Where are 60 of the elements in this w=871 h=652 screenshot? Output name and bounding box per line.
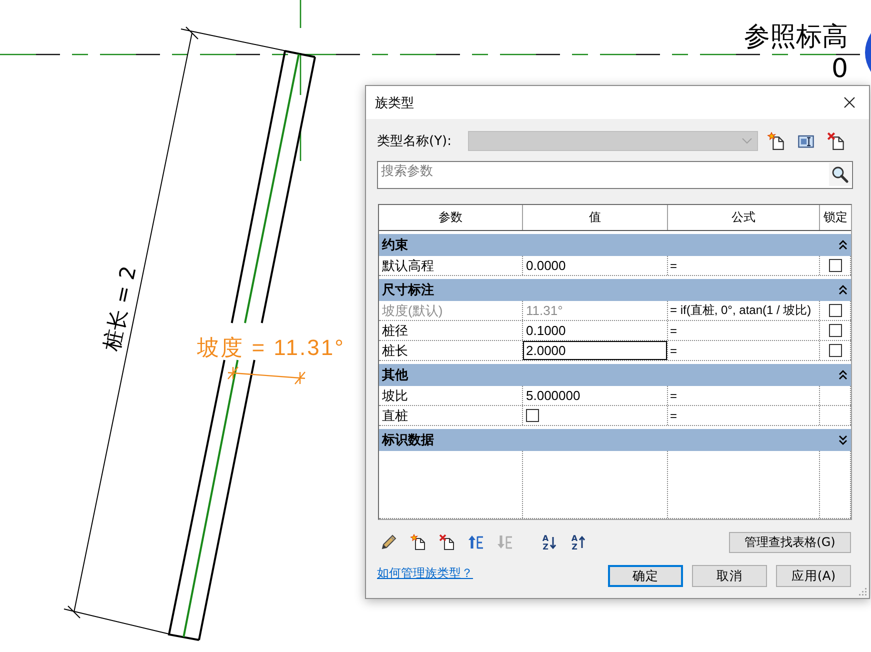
checkbox[interactable] [828,304,842,317]
table-cell[interactable]: = [668,256,820,275]
group-header-bar[interactable]: 约束 [379,234,851,256]
chevron-down-icon [742,138,752,144]
level-head-icon [865,33,871,72]
window-title: 族类型 [375,94,414,112]
new-document-icon[interactable] [410,534,426,550]
type-name-label: 类型名称(Y): [377,133,452,150]
checkbox[interactable] [828,344,842,357]
column-header[interactable]: 参数 [379,205,523,230]
group-header-bar[interactable]: 尺寸标注 [379,279,851,301]
table-cell[interactable]: = [668,386,820,405]
pencil-icon[interactable] [381,534,397,550]
table-cell: 直桩 [379,406,523,425]
group-header-bar[interactable]: 标识数据 [379,429,851,451]
column-header[interactable]: 锁定 [820,205,851,230]
delete-document-icon[interactable] [439,534,455,550]
table-cell[interactable]: = if(直桩, 0°, atan(1 / 坡比) [668,301,820,320]
dialog-button[interactable]: 取消 [692,565,767,587]
table-cell[interactable]: = [668,321,820,340]
dialog-button[interactable]: 确定 [608,565,683,587]
table-cell: 桩长 [379,341,523,360]
help-link[interactable]: 如何管理族类型？ [377,565,473,582]
length-dimension-text: 桩长 = 2 [99,264,141,354]
lookup-tables-button[interactable]: 管理查找表格(G) [729,532,851,552]
double-chevron-up-icon[interactable] [839,370,847,380]
table-cell: 默认高程 [379,256,523,275]
table-cell[interactable]: 2.0000 [523,341,668,360]
table-cell[interactable]: = [668,406,820,425]
table-cell: 坡比 [379,386,523,405]
group-title: 其他 [382,367,408,384]
checkbox[interactable] [828,324,842,337]
group-title: 标识数据 [382,432,434,449]
table-cell: 坡度(默认) [379,301,523,320]
table-cell[interactable]: = [668,341,820,360]
double-chevron-up-icon[interactable] [839,240,847,250]
table-cell[interactable]: 5.000000 [523,386,668,405]
level-elevation: 0 [831,54,848,84]
checkbox[interactable] [526,409,539,422]
group-title: 约束 [382,237,408,254]
resize-grip-icon[interactable] [858,587,867,596]
double-chevron-up-icon[interactable] [839,285,847,295]
search-field[interactable]: 搜索参数 [377,161,853,189]
double-chevron-down-icon[interactable] [839,435,847,445]
checkbox[interactable] [828,259,842,272]
column-header[interactable]: 值 [523,205,668,230]
dialog-button[interactable]: 应用(A) [776,565,851,587]
move-up-icon[interactable] [468,534,484,550]
level-name: 参照标高 [744,22,848,52]
group-header-bar[interactable]: 其他 [379,364,851,386]
new-document-icon[interactable] [767,132,785,150]
table-cell: 桩径 [379,321,523,340]
column-header[interactable]: 公式 [668,205,820,230]
angle-dimension-text: 坡度 = 11.31° [197,335,345,360]
delete-document-icon[interactable] [827,132,845,150]
close-icon[interactable] [844,97,855,108]
search-icon[interactable] [829,163,851,186]
table-cell[interactable]: 0.0000 [523,256,668,275]
table-cell[interactable]: 0.1000 [523,321,668,340]
group-title: 尺寸标注 [382,282,434,299]
